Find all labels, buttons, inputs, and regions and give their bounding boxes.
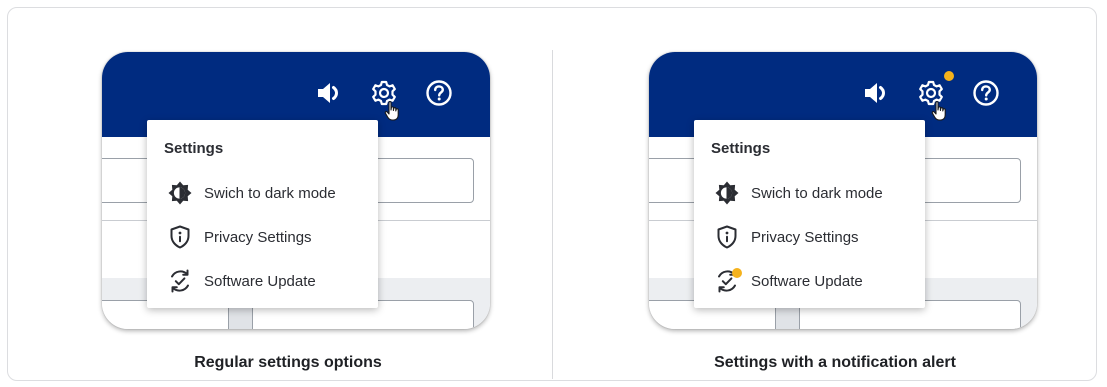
menu-item-dark-mode[interactable]: Swich to dark mode: [167, 178, 336, 208]
volume-icon[interactable]: [314, 78, 344, 108]
menu-item-dark-mode[interactable]: Swich to dark mode: [714, 178, 883, 208]
menu-item-label: Software Update: [751, 272, 863, 290]
help-icon[interactable]: [424, 78, 454, 108]
menu-item-label: Software Update: [204, 272, 316, 290]
settings-dropdown-menu: Settings Swich to dark mode Privacy Sett…: [147, 120, 378, 308]
menu-item-label: Swich to dark mode: [204, 184, 336, 202]
notification-settings-mockup: Settings Swich to dark mode Privacy Sett…: [649, 52, 1037, 329]
dark-mode-icon: [167, 180, 193, 206]
menu-title: Settings: [164, 140, 224, 157]
menu-item-label: Privacy Settings: [751, 228, 859, 246]
regular-settings-mockup: Settings Swich to dark mode Privacy Sett…: [102, 52, 490, 329]
menu-item-software-update[interactable]: Software Update: [167, 266, 316, 296]
hand-cursor-icon: [384, 100, 402, 122]
dark-mode-icon: [714, 180, 740, 206]
panel-caption: Regular settings options: [194, 354, 382, 371]
volume-icon[interactable]: [861, 78, 891, 108]
panel-divider: [552, 50, 553, 379]
settings-dropdown-menu: Settings Swich to dark mode Privacy Sett…: [694, 120, 925, 308]
menu-item-privacy-settings[interactable]: Privacy Settings: [714, 222, 859, 252]
help-icon[interactable]: [971, 78, 1001, 108]
refresh-check-icon: [714, 268, 742, 294]
menu-item-software-update[interactable]: Software Update: [714, 266, 863, 296]
notification-dot: [944, 71, 954, 81]
menu-title: Settings: [711, 140, 771, 157]
menu-item-label: Privacy Settings: [204, 228, 312, 246]
menu-item-privacy-settings[interactable]: Privacy Settings: [167, 222, 312, 252]
shield-info-icon: [714, 224, 740, 250]
shield-info-icon: [167, 224, 193, 250]
hand-cursor-icon: [931, 100, 949, 122]
notification-dot: [732, 268, 742, 278]
panel-caption: Settings with a notification alert: [714, 354, 956, 371]
showcase-card: Settings Swich to dark mode Privacy Sett…: [7, 7, 1097, 381]
refresh-check-icon: [167, 268, 193, 294]
menu-item-label: Swich to dark mode: [751, 184, 883, 202]
